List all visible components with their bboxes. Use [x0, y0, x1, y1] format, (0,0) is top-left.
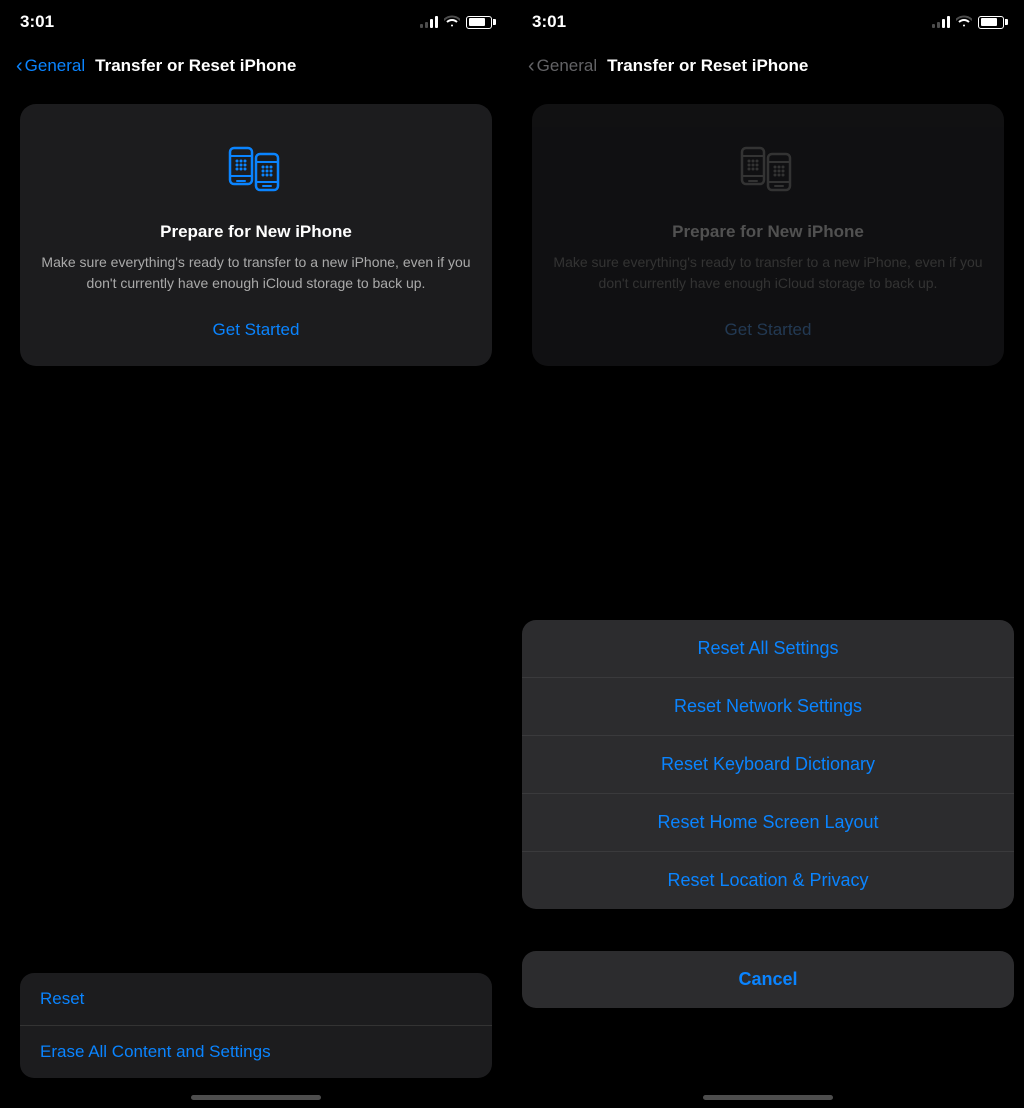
erase-label: Erase All Content and Settings	[40, 1042, 271, 1061]
chevron-left-icon-left: ‹	[16, 56, 23, 76]
nav-bar-left: ‹ General Transfer or Reset iPhone	[0, 44, 512, 88]
back-label-left: General	[25, 56, 85, 76]
reset-all-settings-label: Reset All Settings	[697, 638, 838, 658]
status-time-left: 3:01	[20, 12, 54, 32]
home-indicator-left	[191, 1095, 321, 1100]
reset-location-privacy-label: Reset Location & Privacy	[667, 870, 868, 890]
transfer-icon-left	[216, 128, 296, 208]
card-container-left: Prepare for New iPhone Make sure everyth…	[0, 88, 512, 366]
card-title-right: Prepare for New iPhone	[672, 222, 864, 242]
back-label-right: General	[537, 56, 597, 76]
status-bar-right: 3:01	[512, 0, 1024, 44]
left-panel: 3:01 ‹ General T	[0, 0, 512, 1108]
battery-icon-left	[466, 16, 492, 29]
reset-home-screen-layout-item[interactable]: Reset Home Screen Layout	[522, 794, 1014, 852]
cancel-button[interactable]: Cancel	[522, 951, 1014, 1008]
reset-home-screen-layout-label: Reset Home Screen Layout	[657, 812, 878, 832]
wifi-icon-right	[956, 14, 972, 30]
bottom-list-left: Reset Erase All Content and Settings	[20, 973, 492, 1078]
signal-icon-right	[932, 16, 950, 28]
reset-all-settings-item[interactable]: Reset All Settings	[522, 620, 1014, 678]
nav-title-right: Transfer or Reset iPhone	[607, 56, 808, 76]
prepare-card-left: Prepare for New iPhone Make sure everyth…	[20, 104, 492, 366]
status-icons-right	[932, 14, 1004, 30]
card-container-right: Prepare for New iPhone Make sure everyth…	[512, 88, 1024, 366]
status-bar-left: 3:01	[0, 0, 512, 44]
prepare-card-right: Prepare for New iPhone Make sure everyth…	[532, 104, 1004, 366]
nav-title-left: Transfer or Reset iPhone	[95, 56, 296, 76]
chevron-left-icon-right: ‹	[528, 56, 535, 76]
reset-location-privacy-item[interactable]: Reset Location & Privacy	[522, 852, 1014, 909]
card-title-left: Prepare for New iPhone	[160, 222, 352, 242]
reset-network-settings-label: Reset Network Settings	[674, 696, 862, 716]
signal-icon-left	[420, 16, 438, 28]
cancel-label: Cancel	[738, 969, 797, 989]
back-button-right[interactable]: ‹ General	[528, 56, 597, 76]
status-time-right: 3:01	[532, 12, 566, 32]
reset-list-item[interactable]: Reset	[20, 973, 492, 1026]
back-button-left[interactable]: ‹ General	[16, 56, 85, 76]
card-description-right: Make sure everything's ready to transfer…	[552, 252, 984, 294]
nav-bar-right: ‹ General Transfer or Reset iPhone	[512, 44, 1024, 88]
wifi-icon-left	[444, 14, 460, 30]
get-started-button-right[interactable]: Get Started	[725, 314, 812, 346]
home-indicator-right	[703, 1095, 833, 1100]
reset-network-settings-item[interactable]: Reset Network Settings	[522, 678, 1014, 736]
erase-list-item[interactable]: Erase All Content and Settings	[20, 1026, 492, 1078]
reset-keyboard-dictionary-label: Reset Keyboard Dictionary	[661, 754, 875, 774]
reset-menu: Reset All Settings Reset Network Setting…	[522, 620, 1014, 909]
status-icons-left	[420, 14, 492, 30]
reset-label: Reset	[40, 989, 84, 1008]
get-started-button-left[interactable]: Get Started	[213, 314, 300, 346]
battery-icon-right	[978, 16, 1004, 29]
right-panel: 3:01 ‹ General T	[512, 0, 1024, 1108]
card-description-left: Make sure everything's ready to transfer…	[40, 252, 472, 294]
reset-keyboard-dictionary-item[interactable]: Reset Keyboard Dictionary	[522, 736, 1014, 794]
transfer-icon-right	[728, 128, 808, 208]
